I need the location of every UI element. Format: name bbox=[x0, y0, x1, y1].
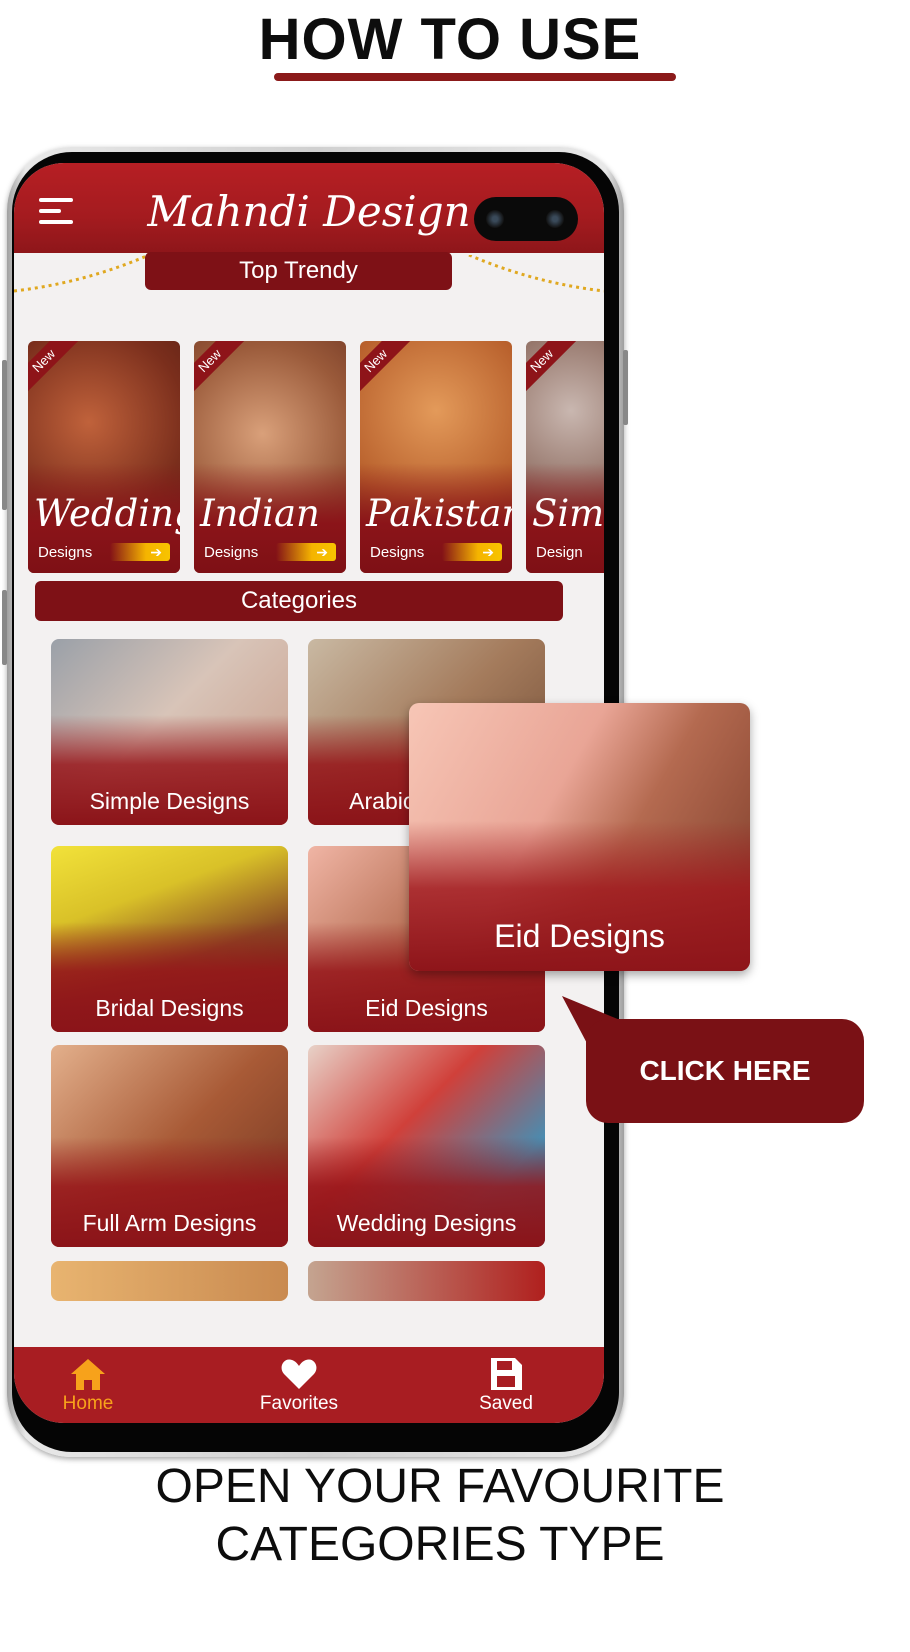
nav-favorites[interactable]: Favorites bbox=[239, 1357, 359, 1415]
category-simple-designs[interactable]: Simple Designs bbox=[51, 639, 288, 825]
camera-cutout bbox=[474, 197, 578, 241]
home-icon bbox=[71, 1359, 105, 1390]
trendy-card-pakistani[interactable]: New Pakistani Designs ➔ bbox=[360, 341, 512, 573]
save-icon bbox=[491, 1358, 522, 1390]
category-label: Eid Designs bbox=[365, 995, 488, 1021]
category-peek bbox=[51, 1261, 288, 1301]
arrow-right-icon: ➔ bbox=[276, 543, 336, 561]
arrow-right-icon: ➔ bbox=[442, 543, 502, 561]
phone-side-button bbox=[2, 360, 7, 510]
trendy-title: Sim bbox=[532, 492, 604, 535]
page-heading: HOW TO USE bbox=[258, 7, 642, 72]
category-full-arm-designs[interactable]: Full Arm Designs bbox=[51, 1045, 288, 1247]
click-here-callout: CLICK HERE bbox=[586, 1019, 864, 1123]
category-peek bbox=[308, 1261, 545, 1301]
arrow-right-icon: ➔ bbox=[110, 543, 170, 561]
top-trendy-header: Top Trendy bbox=[145, 252, 452, 290]
trendy-card-indian[interactable]: New Indian Designs ➔ bbox=[194, 341, 346, 573]
heading-underline bbox=[274, 73, 676, 81]
trendy-subtitle: Designs bbox=[370, 544, 425, 561]
trendy-card-simple[interactable]: New Sim Design bbox=[526, 341, 604, 573]
trendy-title: Wedding bbox=[34, 492, 180, 535]
bottom-navigation: Home Favorites Saved bbox=[14, 1347, 604, 1423]
trendy-title: Pakistani bbox=[366, 492, 512, 535]
footer-line: CATEGORIES TYPE bbox=[215, 1518, 665, 1571]
category-wedding-designs[interactable]: Wedding Designs bbox=[308, 1045, 545, 1247]
trendy-subtitle: Designs bbox=[204, 544, 259, 561]
new-ribbon: New bbox=[526, 341, 578, 397]
trendy-subtitle: Design bbox=[536, 544, 583, 561]
trendy-subtitle: Designs bbox=[38, 544, 93, 561]
phone-side-button bbox=[2, 590, 7, 665]
category-label: Wedding Designs bbox=[336, 1210, 517, 1236]
footer-line: OPEN YOUR FAVOURITE bbox=[155, 1460, 725, 1513]
zoom-label: Eid Designs bbox=[494, 918, 665, 954]
footer-instruction: OPEN YOUR FAVOURITE CATEGORIES TYPE bbox=[0, 1458, 880, 1574]
nav-saved[interactable]: Saved bbox=[446, 1357, 566, 1415]
new-ribbon: New bbox=[360, 341, 412, 397]
trendy-title: Indian bbox=[200, 492, 320, 535]
heart-icon bbox=[281, 1359, 317, 1389]
new-ribbon: New bbox=[194, 341, 246, 397]
trendy-card-wedding[interactable]: New Wedding Designs ➔ bbox=[28, 341, 180, 573]
nav-home[interactable]: Home bbox=[28, 1357, 148, 1415]
zoom-category-eid[interactable]: Eid Designs bbox=[409, 703, 750, 971]
category-label: Bridal Designs bbox=[95, 995, 244, 1021]
category-label: Simple Designs bbox=[89, 788, 250, 814]
app-bar: Mahndi Design bbox=[14, 163, 604, 253]
category-label: Full Arm Designs bbox=[82, 1210, 257, 1236]
new-ribbon: New bbox=[28, 341, 80, 397]
category-bridal-designs[interactable]: Bridal Designs bbox=[51, 846, 288, 1032]
phone-power-button bbox=[623, 350, 628, 425]
categories-header: Categories bbox=[35, 581, 563, 621]
